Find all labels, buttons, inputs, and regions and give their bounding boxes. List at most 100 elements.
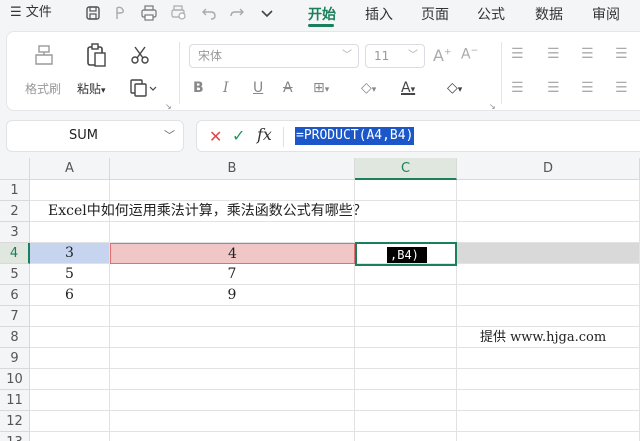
format-painter-icon[interactable] — [31, 42, 57, 68]
format-painter-label[interactable]: 格式刷 — [25, 80, 61, 97]
cell-d2[interactable] — [457, 201, 640, 222]
cell-d6[interactable] — [457, 285, 640, 306]
row-header-3[interactable]: 3 — [0, 222, 30, 243]
confirm-icon[interactable]: ✓ — [232, 126, 245, 145]
cell-b5[interactable]: 7 — [110, 264, 355, 285]
row-header-1[interactable]: 1 — [0, 180, 30, 201]
cancel-icon[interactable]: ✕ — [209, 127, 222, 146]
cell-c5[interactable] — [355, 264, 457, 285]
cell-b1[interactable] — [110, 180, 355, 201]
underline-icon[interactable]: U — [253, 80, 263, 96]
row-header-5[interactable]: 5 — [0, 264, 30, 285]
print-icon[interactable] — [140, 4, 158, 22]
decrease-font-icon[interactable]: A− — [461, 46, 478, 63]
cell-d10[interactable] — [457, 369, 640, 390]
row-header-2[interactable]: 2 — [0, 201, 30, 222]
save-icon[interactable] — [84, 4, 102, 22]
cell-c6[interactable] — [355, 285, 457, 306]
cell-b11[interactable] — [110, 390, 355, 411]
font-launcher-icon[interactable]: ↘ — [489, 102, 496, 111]
row-header-7[interactable]: 7 — [0, 306, 30, 327]
cell-b8[interactable] — [110, 327, 355, 348]
clear-format-icon[interactable]: ◇▾ — [447, 80, 462, 96]
align-right-icon[interactable]: ☰ — [581, 80, 594, 96]
justify-icon[interactable]: ☰ — [615, 80, 628, 96]
align-center-icon[interactable]: ☰ — [547, 80, 560, 96]
row-header-12[interactable]: 12 — [0, 411, 30, 432]
tab-home[interactable]: 开始 — [308, 4, 336, 24]
cell-a5[interactable]: 5 — [30, 264, 110, 285]
formula-input[interactable]: =PRODUCT(A4,B4) — [295, 127, 415, 145]
cell-c13[interactable] — [355, 432, 457, 441]
cell-a11[interactable] — [30, 390, 110, 411]
cell-c7[interactable] — [355, 306, 457, 327]
tab-formulas[interactable]: 公式 — [477, 4, 505, 24]
redo-icon[interactable] — [228, 4, 246, 22]
row-header-9[interactable]: 9 — [0, 348, 30, 369]
cell-a12[interactable] — [30, 411, 110, 432]
cell-a10[interactable] — [30, 369, 110, 390]
cell-c3[interactable] — [355, 222, 457, 243]
cell-c8[interactable] — [355, 327, 457, 348]
italic-icon[interactable]: I — [223, 80, 229, 96]
row-header-8[interactable]: 8 — [0, 327, 30, 348]
active-cell-editor[interactable]: ,B4) — [387, 247, 427, 263]
column-header-d[interactable]: D — [457, 158, 640, 180]
cell-a1[interactable] — [30, 180, 110, 201]
cell-a2[interactable]: Excel中如何运用乘法计算，乘法函数公式有哪些？ — [30, 201, 367, 222]
cell-d4[interactable] — [457, 243, 640, 264]
font-color-icon[interactable]: A▾ — [401, 80, 415, 96]
cell-b9[interactable] — [110, 348, 355, 369]
row-header-11[interactable]: 11 — [0, 390, 30, 411]
row-header-4[interactable]: 4 — [0, 243, 30, 264]
cell-b7[interactable] — [110, 306, 355, 327]
cell-d9[interactable] — [457, 348, 640, 369]
main-menu-button[interactable]: ☰ 文件 — [10, 3, 52, 23]
cell-c10[interactable] — [355, 369, 457, 390]
align-bottom-icon[interactable]: ☰ — [581, 46, 594, 62]
undo-icon[interactable] — [200, 4, 218, 22]
cell-a9[interactable] — [30, 348, 110, 369]
cell-b2[interactable] — [110, 201, 355, 222]
cell-b12[interactable] — [110, 411, 355, 432]
cell-a7[interactable] — [30, 306, 110, 327]
tab-insert[interactable]: 插入 — [365, 4, 393, 24]
tab-review[interactable]: 审阅 — [592, 4, 620, 24]
row-header-10[interactable]: 10 — [0, 369, 30, 390]
font-name-select[interactable]: 宋体 ﹀ — [189, 44, 359, 68]
cell-a6[interactable]: 6 — [30, 285, 110, 306]
cell-a3[interactable] — [30, 222, 110, 243]
select-all-corner[interactable] — [0, 158, 30, 180]
bold-icon[interactable]: B — [193, 80, 204, 96]
cell-b6[interactable]: 9 — [110, 285, 355, 306]
increase-font-icon[interactable]: A+ — [433, 46, 452, 65]
cell-c1[interactable] — [355, 180, 457, 201]
cell-c9[interactable] — [355, 348, 457, 369]
name-box[interactable]: SUM ﹀ — [6, 120, 184, 152]
cut-icon[interactable] — [129, 44, 151, 66]
copy-icon[interactable] — [129, 78, 157, 98]
tab-page[interactable]: 页面 — [421, 4, 449, 24]
cell-c2[interactable] — [355, 201, 457, 222]
cell-d7[interactable] — [457, 306, 640, 327]
align-top-icon[interactable]: ☰ — [511, 46, 524, 62]
cell-d1[interactable] — [457, 180, 640, 201]
align-left-icon[interactable]: ☰ — [511, 80, 524, 96]
column-header-b[interactable]: B — [110, 158, 355, 180]
paste-button-label[interactable]: 粘贴▾ — [77, 80, 106, 97]
paste-icon[interactable] — [83, 42, 109, 68]
cell-d12[interactable] — [457, 411, 640, 432]
cell-b3[interactable] — [110, 222, 355, 243]
strikethrough-icon[interactable]: A — [283, 80, 293, 96]
wrap-text-icon[interactable]: ☰ — [615, 46, 628, 62]
row-header-6[interactable]: 6 — [0, 285, 30, 306]
cell-c12[interactable] — [355, 411, 457, 432]
cell-a4[interactable]: 3 — [30, 243, 110, 264]
pdf-export-icon[interactable] — [112, 4, 130, 22]
cell-a8[interactable] — [30, 327, 110, 348]
print-preview-icon[interactable] — [170, 4, 188, 22]
cell-d11[interactable] — [457, 390, 640, 411]
cell-d3[interactable] — [457, 222, 640, 243]
quick-access-dropdown-icon[interactable] — [258, 4, 276, 22]
cell-b4[interactable]: 4 — [110, 243, 355, 264]
